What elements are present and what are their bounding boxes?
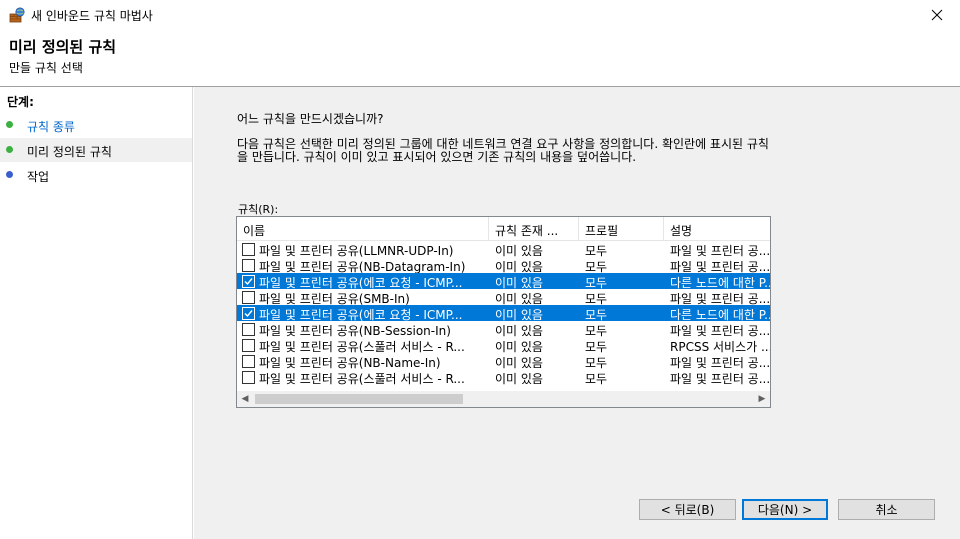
rule-checkbox[interactable]: [242, 275, 255, 288]
column-header-exists[interactable]: 규칙 존재 ...: [489, 217, 579, 241]
scrollbar-thumb[interactable]: [255, 394, 463, 404]
scroll-right-icon[interactable]: ▶: [754, 391, 770, 407]
scroll-left-icon[interactable]: ◀: [237, 391, 253, 407]
rule-exists: 이미 있음: [495, 292, 543, 305]
step-action[interactable]: 작업: [0, 163, 192, 187]
close-button[interactable]: [914, 0, 960, 30]
rule-checkbox[interactable]: [242, 323, 255, 336]
rule-exists: 이미 있음: [495, 324, 543, 337]
step-status-dot-icon: [6, 171, 13, 178]
rule-description: 다른 노드에 대한 P...: [670, 276, 770, 289]
rule-description: 파일 및 프린터 공...: [670, 260, 770, 273]
table-row[interactable]: 파일 및 프린터 공유(스풀러 서비스 - R... 이미 있음 모두 RPCSS 서…: [237, 337, 770, 353]
rule-profile: 모두: [585, 340, 608, 353]
page-title: 미리 정의된 규칙: [9, 38, 117, 56]
cancel-button[interactable]: 취소: [838, 499, 935, 520]
rule-checkbox[interactable]: [242, 355, 255, 368]
step-label: 규칙 종류: [27, 120, 75, 134]
step-label: 미리 정의된 규칙: [27, 145, 112, 159]
rule-exists: 이미 있음: [495, 308, 543, 321]
rule-description: 파일 및 프린터 공...: [670, 244, 770, 257]
step-label: 작업: [27, 170, 50, 184]
rule-checkbox[interactable]: [242, 243, 255, 256]
next-button[interactable]: 다음(N) >: [742, 499, 828, 520]
checkmark-icon: [244, 278, 253, 286]
rule-name: 파일 및 프린터 공유(에코 요청 - ICMP...: [259, 308, 463, 321]
rule-exists: 이미 있음: [495, 372, 543, 385]
wizard-header: 미리 정의된 규칙 만들 규칙 선택: [0, 30, 960, 88]
table-row[interactable]: 파일 및 프린터 공유(LLMNR-UDP-In) 이미 있음 모두 파일 및 프린터…: [237, 241, 770, 257]
rule-checkbox[interactable]: [242, 259, 255, 272]
step-predefined-rules[interactable]: 미리 정의된 규칙: [0, 138, 192, 162]
rule-name: 파일 및 프린터 공유(LLMNR-UDP-In): [259, 244, 454, 257]
rule-name: 파일 및 프린터 공유(스풀러 서비스 - R...: [259, 340, 465, 353]
rule-checkbox[interactable]: [242, 291, 255, 304]
steps-title: 단계:: [7, 95, 34, 109]
rule-name: 파일 및 프린터 공유(NB-Session-In): [259, 324, 451, 337]
horizontal-scrollbar[interactable]: ◀ ▶: [237, 391, 770, 407]
rule-exists: 이미 있음: [495, 244, 543, 257]
rule-name: 파일 및 프린터 공유(에코 요청 - ICMP...: [259, 276, 463, 289]
table-row[interactable]: 파일 및 프린터 공유(SMB-In) 이미 있음 모두 파일 및 프린터 공...: [237, 289, 770, 305]
rule-description: 다른 노드에 대한 P...: [670, 308, 770, 321]
rule-description: 파일 및 프린터 공...: [670, 324, 770, 337]
table-row[interactable]: 파일 및 프린터 공유(에코 요청 - ICMP... 이미 있음 모두 다른 노드에…: [237, 305, 770, 321]
rules-label: 규칙(R):: [238, 203, 279, 216]
table-row[interactable]: 파일 및 프린터 공유(NB-Name-In) 이미 있음 모두 파일 및 프린터 공…: [237, 353, 770, 369]
table-row[interactable]: 파일 및 프린터 공유(스풀러 서비스 - R... 이미 있음 모두 파일 및 프린…: [237, 369, 770, 385]
rule-profile: 모두: [585, 308, 608, 321]
rule-profile: 모두: [585, 356, 608, 369]
rule-name: 파일 및 프린터 공유(NB-Datagram-In): [259, 260, 466, 273]
rule-checkbox[interactable]: [242, 371, 255, 384]
rule-exists: 이미 있음: [495, 356, 543, 369]
rule-profile: 모두: [585, 260, 608, 273]
close-icon: [931, 9, 943, 21]
table-row[interactable]: 파일 및 프린터 공유(NB-Datagram-In) 이미 있음 모두 파일 및 프…: [237, 257, 770, 273]
rule-profile: 모두: [585, 244, 608, 257]
checkmark-icon: [244, 310, 253, 318]
column-header-profile[interactable]: 프로필: [579, 217, 664, 241]
column-header-description[interactable]: 설명: [664, 217, 770, 241]
rule-checkbox[interactable]: [242, 307, 255, 320]
steps-panel: 단계: 규칙 종류 미리 정의된 규칙 작업: [0, 87, 193, 539]
rule-profile: 모두: [585, 324, 608, 337]
step-status-dot-icon: [6, 121, 13, 128]
main-panel: 어느 규칙을 만드시겠습니까? 다음 규칙은 선택한 미리 정의된 그룹에 대한…: [194, 87, 960, 539]
description-text: 다음 규칙은 선택한 미리 정의된 그룹에 대한 네트워크 연결 요구 사항을 …: [237, 137, 769, 164]
rule-description: RPCSS 서비스가 ...: [670, 340, 770, 353]
back-button[interactable]: < 뒤로(B): [639, 499, 736, 520]
column-header-name[interactable]: 이름: [237, 217, 489, 241]
firewall-icon: [9, 7, 25, 23]
rule-exists: 이미 있음: [495, 260, 543, 273]
rule-checkbox[interactable]: [242, 339, 255, 352]
question-text: 어느 규칙을 만드시겠습니까?: [237, 112, 384, 126]
step-status-dot-icon: [6, 146, 13, 153]
step-rule-type[interactable]: 규칙 종류: [0, 113, 192, 137]
rules-list[interactable]: 이름 규칙 존재 ... 프로필 설명 파일 및 프린터 공유(LLMNR-UD…: [236, 216, 771, 408]
rule-description: 파일 및 프린터 공...: [670, 372, 770, 385]
window-title: 새 인바운드 규칙 마법사: [31, 9, 153, 23]
table-row[interactable]: 파일 및 프린터 공유(NB-Session-In) 이미 있음 모두 파일 및 프린…: [237, 321, 770, 337]
rule-exists: 이미 있음: [495, 276, 543, 289]
table-row[interactable]: 파일 및 프린터 공유(에코 요청 - ICMP... 이미 있음 모두 다른 노드에…: [237, 273, 770, 289]
rule-name: 파일 및 프린터 공유(NB-Name-In): [259, 356, 441, 369]
list-header: 이름 규칙 존재 ... 프로필 설명: [237, 217, 770, 241]
title-bar: 새 인바운드 규칙 마법사: [0, 0, 960, 30]
rule-description: 파일 및 프린터 공...: [670, 292, 770, 305]
rule-profile: 모두: [585, 276, 608, 289]
page-subtitle: 만들 규칙 선택: [9, 61, 83, 75]
rule-name: 파일 및 프린터 공유(스풀러 서비스 - R...: [259, 372, 465, 385]
rule-description: 파일 및 프린터 공...: [670, 356, 770, 369]
rule-exists: 이미 있음: [495, 340, 543, 353]
rule-name: 파일 및 프린터 공유(SMB-In): [259, 292, 410, 305]
rule-profile: 모두: [585, 372, 608, 385]
rule-profile: 모두: [585, 292, 608, 305]
